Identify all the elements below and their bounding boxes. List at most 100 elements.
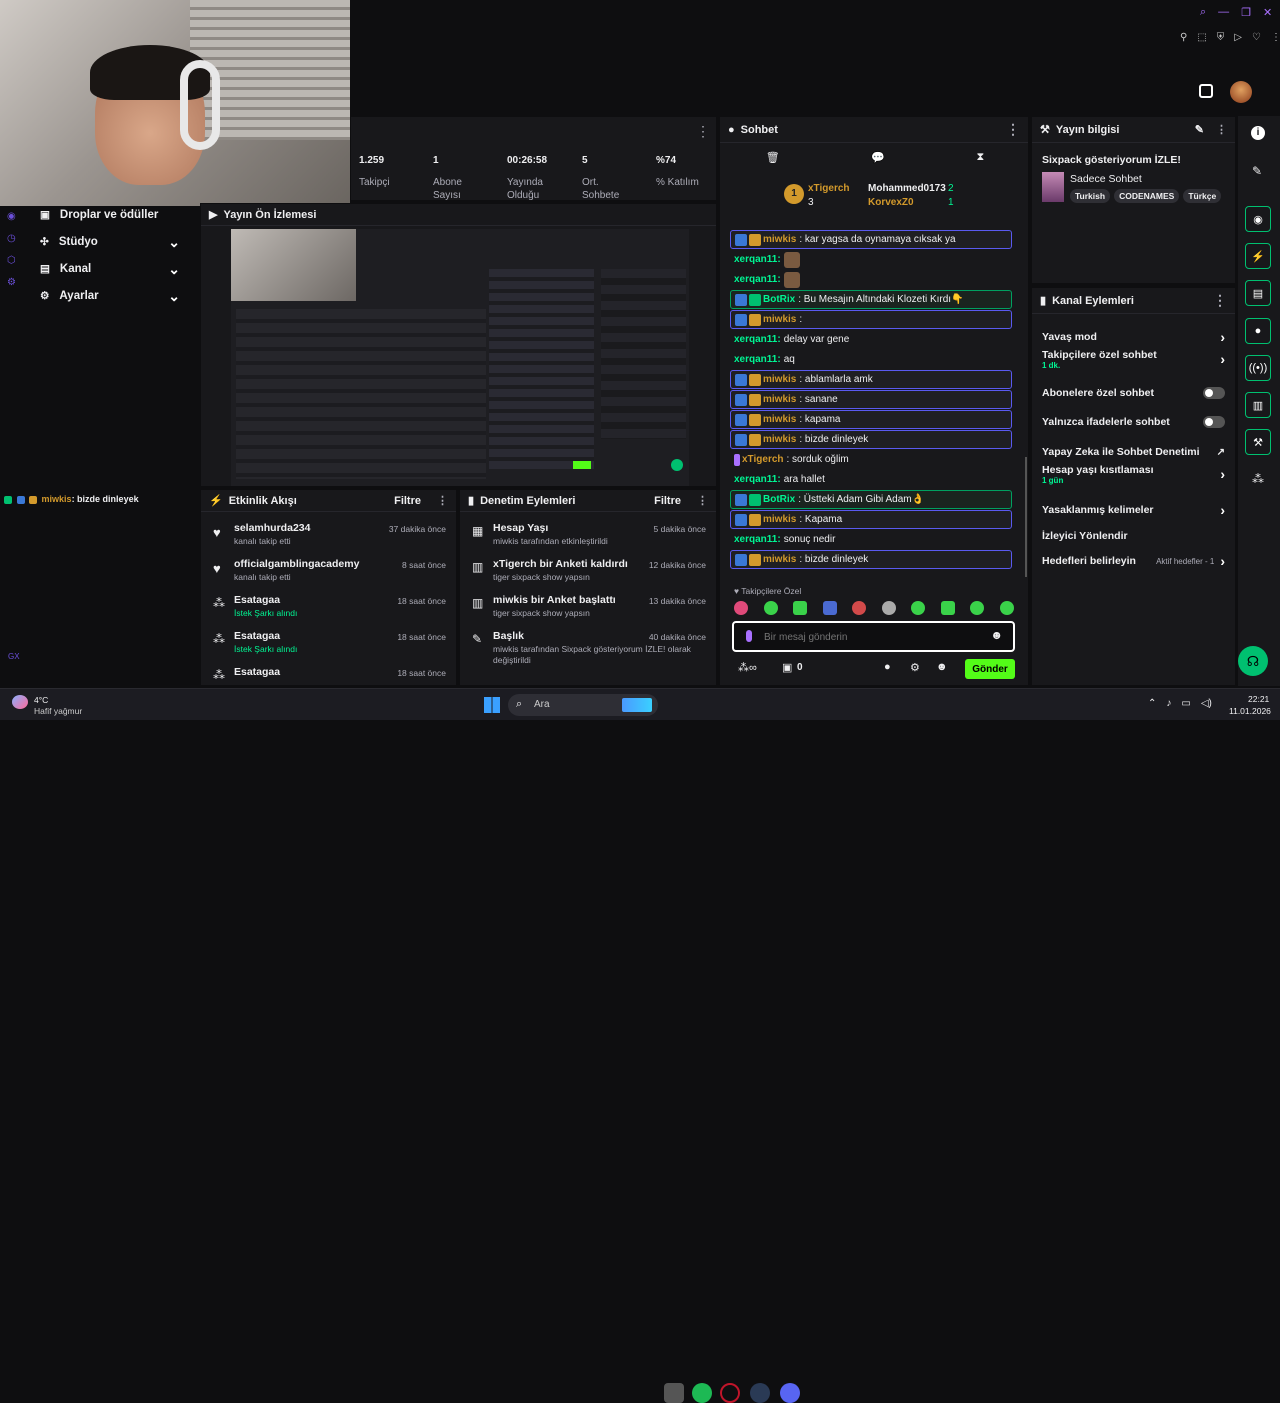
chat-username[interactable]: xerqan11:	[734, 334, 781, 345]
chat-menu-icon[interactable]: ⋮	[1006, 121, 1020, 138]
taskbar-search[interactable]: ⌕ Ara	[508, 694, 658, 716]
gift-icon[interactable]: ◉	[7, 206, 19, 228]
chat-input[interactable]	[764, 629, 964, 645]
send-button[interactable]: Gönder	[965, 659, 1015, 679]
channel-action-item[interactable]: Yasaklanmış kelimeler ›	[1032, 497, 1235, 523]
mic-icon[interactable]: ♪	[1166, 698, 1171, 712]
discord-icon[interactable]	[780, 1383, 800, 1403]
mic-icon[interactable]	[746, 630, 752, 642]
sidebar-item-drops[interactable]: ▣ Droplar ve ödüller	[30, 206, 190, 224]
edit-icon[interactable]: ✎	[1195, 123, 1204, 136]
windows-start-icon[interactable]	[484, 697, 500, 713]
chat-scrollbar[interactable]	[1025, 457, 1027, 577]
emote-icon[interactable]	[970, 601, 985, 615]
broadcast-icon[interactable]: ((•))	[1245, 355, 1271, 381]
category-name[interactable]: Sadece Sohbet	[1070, 173, 1142, 185]
chat-username[interactable]: miwkis	[763, 414, 796, 425]
gear-icon[interactable]: ⚙	[910, 661, 920, 674]
wrench-icon[interactable]: ⚒	[1245, 429, 1271, 455]
info-icon[interactable]: i	[1251, 126, 1265, 140]
moderation-menu-icon[interactable]: ⋮	[697, 494, 708, 507]
preview-video[interactable]	[231, 229, 689, 486]
spotify-icon[interactable]	[692, 1383, 712, 1403]
channel-action-item[interactable]: Hesap yaşı kısıtlaması 1 gün ›	[1032, 461, 1235, 487]
weather-icon[interactable]	[12, 695, 28, 709]
moderation-filter-button[interactable]: Filtre	[654, 495, 681, 507]
tag[interactable]: Turkish	[1070, 189, 1111, 203]
close-icon[interactable]: ✕	[1263, 6, 1272, 20]
emote-icon[interactable]	[734, 601, 748, 615]
trash-icon[interactable]: 🗑	[766, 151, 780, 167]
tag[interactable]: Türkçe	[1183, 189, 1222, 203]
emote-icon[interactable]	[881, 601, 896, 615]
settings-icon[interactable]: ⚙	[7, 272, 19, 294]
points-icon[interactable]: ⁂	[1252, 472, 1264, 486]
chat-bubble-icon[interactable]: 💬	[871, 151, 885, 167]
activity-menu-icon[interactable]: ⋮	[437, 494, 448, 507]
chat-username[interactable]: miwkis	[763, 374, 796, 385]
chat-username[interactable]: miwkis	[763, 314, 796, 325]
channel-actions-menu-icon[interactable]: ⋮	[1213, 292, 1227, 309]
document-icon[interactable]: ▤	[1245, 280, 1271, 306]
emote-icon[interactable]	[911, 601, 926, 615]
emote-menu-icon[interactable]: ☻	[936, 661, 948, 673]
channel-action-item[interactable]: İzleyici Yönlendir	[1032, 523, 1235, 549]
volume-icon[interactable]: ◁)	[1201, 698, 1212, 712]
opera-gx-icon[interactable]	[720, 1383, 740, 1403]
gift-icon[interactable]: ▣	[782, 661, 792, 674]
crop-icon[interactable]: ⬚	[1197, 32, 1206, 46]
menu-icon[interactable]: ⋮	[1271, 32, 1280, 46]
chat-username[interactable]: miwkis	[763, 394, 796, 405]
play-icon[interactable]: ▷	[1234, 32, 1242, 46]
shield-icon[interactable]: ⛨	[1217, 32, 1225, 46]
chat-username[interactable]: miwkis	[763, 434, 796, 445]
heart-icon[interactable]: ♡	[1252, 32, 1261, 46]
emote-icon[interactable]	[852, 601, 867, 615]
chat-bubble-icon[interactable]: ●	[884, 661, 891, 673]
channel-action-item[interactable]: Takipçilere özel sohbet 1 dk. ›	[1032, 346, 1235, 372]
chat-username[interactable]: xerqan11:	[734, 254, 781, 265]
channel-action-item[interactable]: Yalnızca ifadelerle sohbet	[1032, 409, 1235, 435]
channel-action-item[interactable]: Abonelere özel sohbet	[1032, 380, 1235, 406]
emote-icon[interactable]	[763, 601, 778, 615]
chat-username[interactable]: xerqan11:	[734, 274, 781, 285]
channel-action-item[interactable]: Hedefleri belirleyin Aktif hedefler - 1 ›	[1032, 548, 1235, 574]
minimize-icon[interactable]: —	[1218, 6, 1229, 20]
chat-username[interactable]: BotRix	[763, 494, 795, 505]
activity-filter-button[interactable]: Filtre	[394, 495, 421, 507]
stream-info-menu-icon[interactable]: ⋮	[1216, 123, 1227, 136]
sidebar-item-channel[interactable]: ▤ Kanal ⌄	[30, 260, 190, 278]
maximize-icon[interactable]: ❐	[1241, 6, 1251, 20]
sidebar-item-settings[interactable]: ⚙ Ayarlar ⌄	[30, 287, 190, 305]
emote-icon[interactable]	[940, 601, 955, 615]
chat-bubble-icon[interactable]: ●	[1245, 318, 1271, 344]
chat-username[interactable]: xTigerch	[742, 454, 784, 465]
chat-username[interactable]: xerqan11:	[734, 474, 781, 485]
emote-icon[interactable]	[822, 601, 837, 615]
steam-icon[interactable]	[750, 1383, 770, 1403]
toggle-switch[interactable]	[1203, 387, 1225, 399]
sidebar-item-studio[interactable]: ✣ Stüdyo ⌄	[30, 233, 190, 251]
layout-icon[interactable]: ▥	[1245, 392, 1271, 418]
pencil-icon[interactable]: ✎	[1252, 164, 1262, 178]
chat-username[interactable]: miwkis	[763, 554, 796, 565]
points-icon[interactable]: ⁂∞	[738, 661, 757, 674]
camera-icon[interactable]: ◉	[1245, 206, 1271, 232]
pin-icon[interactable]: ⚲	[1180, 32, 1187, 46]
network-icon[interactable]: ▭	[1181, 698, 1190, 712]
extension-icon[interactable]: ⬡	[7, 250, 19, 272]
avatar[interactable]	[1230, 81, 1252, 103]
task-view-icon[interactable]	[664, 1383, 684, 1403]
chat-username[interactable]: miwkis	[763, 234, 796, 245]
tag[interactable]: CODENAMES	[1114, 189, 1180, 203]
chat-username[interactable]: xerqan11:	[734, 534, 781, 545]
emote-icon[interactable]	[793, 601, 808, 615]
hourglass-icon[interactable]: ⧗	[977, 151, 985, 167]
chat-username[interactable]: miwkis	[763, 514, 796, 525]
toggle-switch[interactable]	[1203, 416, 1225, 428]
chevron-up-icon[interactable]: ⌃	[1148, 698, 1156, 712]
mod-view-icon[interactable]	[1199, 84, 1213, 98]
chat-input-box[interactable]: ☻	[732, 621, 1015, 652]
chat-username[interactable]: BotRix	[763, 294, 795, 305]
search-icon[interactable]: ⌕	[1200, 6, 1206, 20]
